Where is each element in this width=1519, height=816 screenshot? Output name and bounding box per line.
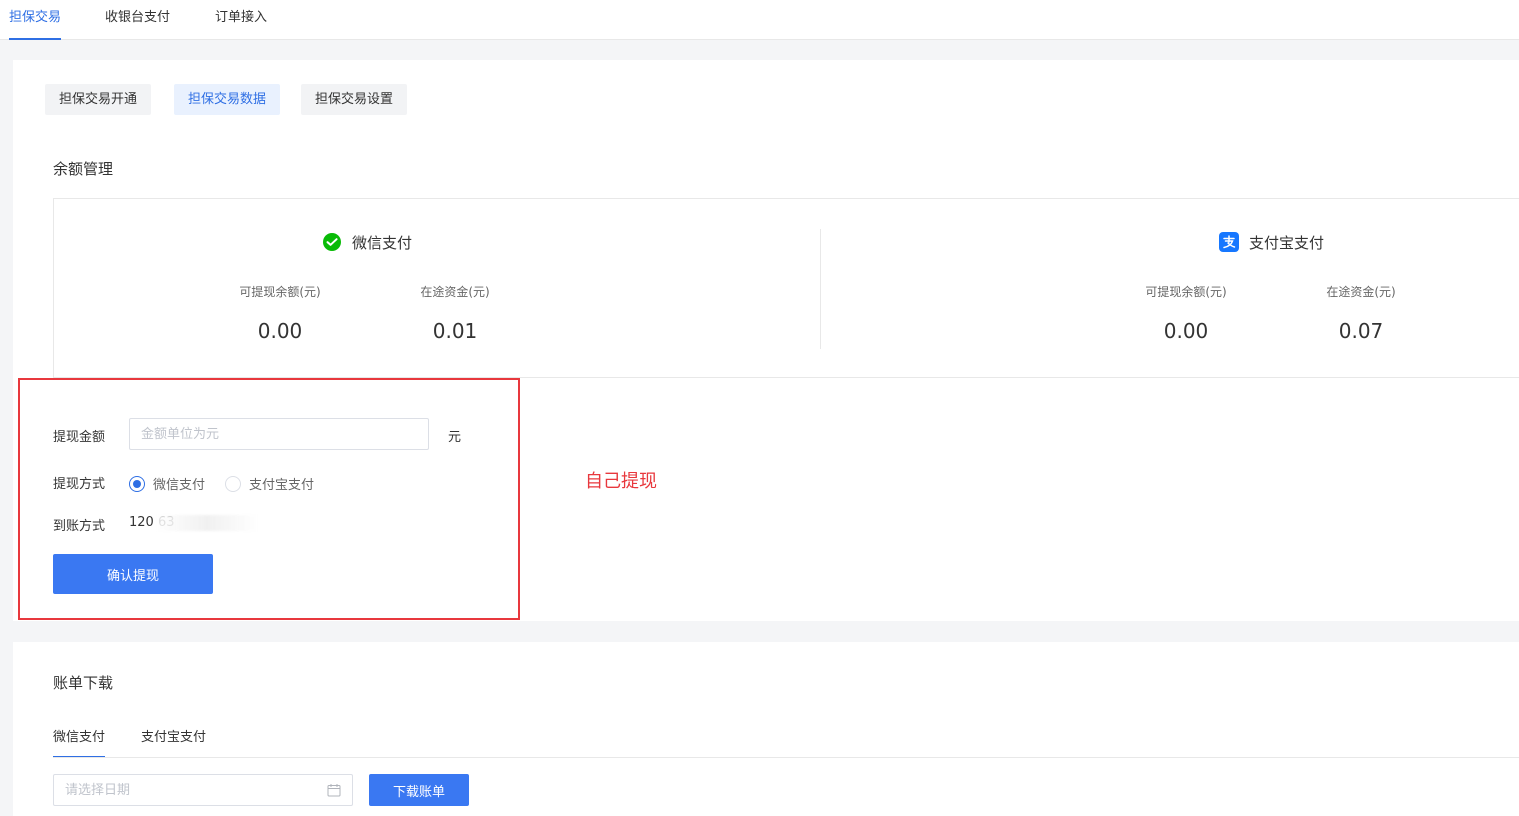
wechat-pay-name: 微信支付 [352, 233, 413, 252]
alipay-in-transit-label: 在途资金(元) [1326, 285, 1396, 299]
alipay-in-transit-value: 0.07 [1338, 319, 1384, 343]
annotation-text: 自己提现 [585, 471, 657, 492]
download-bill-button[interactable]: 下载账单 [369, 774, 469, 806]
alipay-name: 支付宝支付 [1249, 233, 1325, 252]
wechat-pay-icon [323, 233, 341, 251]
wechat-pay-header: 微信支付 [322, 231, 412, 253]
bill-tab-underline [53, 757, 1519, 758]
subtab-guarantee-settings[interactable]: 担保交易设置 [301, 84, 408, 115]
alipay-withdrawable-label: 可提现余额(元) [1145, 285, 1227, 299]
wechat-withdrawable-value: 0.00 [257, 319, 303, 343]
calendar-icon[interactable] [327, 783, 341, 797]
bill-section-title: 账单下载 [53, 674, 114, 692]
tab-order-access[interactable]: 订单接入 [215, 0, 267, 40]
balance-panel: 微信支付 可提现余额(元) 在途资金(元) 0.00 0.01 支付宝支付 可提… [53, 198, 1519, 378]
alipay-header: 支付宝支付 [1219, 231, 1324, 253]
annotation-highlight-box [18, 378, 520, 620]
balance-section-title: 余额管理 [53, 160, 114, 178]
tab-cashier-payment[interactable]: 收银台支付 [105, 0, 170, 40]
balance-divider [820, 229, 821, 349]
top-tab-bar: 担保交易 收银台支付 订单接入 [0, 0, 1519, 40]
bill-date-input[interactable] [53, 774, 353, 806]
subtab-guarantee-data[interactable]: 担保交易数据 [174, 84, 281, 115]
wechat-in-transit-label: 在途资金(元) [420, 285, 490, 299]
wechat-withdrawable-label: 可提现余额(元) [239, 285, 321, 299]
bill-tab-alipay[interactable]: 支付宝支付 [141, 726, 206, 758]
guarantee-data-card: 担保交易开通 担保交易数据 担保交易设置 余额管理 微信支付 可提现余额(元) … [13, 60, 1519, 621]
alipay-icon [1219, 232, 1239, 252]
alipay-withdrawable-value: 0.00 [1163, 319, 1209, 343]
tab-guarantee-trade[interactable]: 担保交易 [9, 0, 62, 40]
wechat-in-transit-value: 0.01 [432, 319, 478, 343]
subtab-guarantee-open[interactable]: 担保交易开通 [45, 84, 152, 115]
bill-download-card: 账单下载 微信支付 支付宝支付 下载账单 [13, 642, 1519, 816]
bill-tab-wechat[interactable]: 微信支付 [53, 726, 106, 758]
